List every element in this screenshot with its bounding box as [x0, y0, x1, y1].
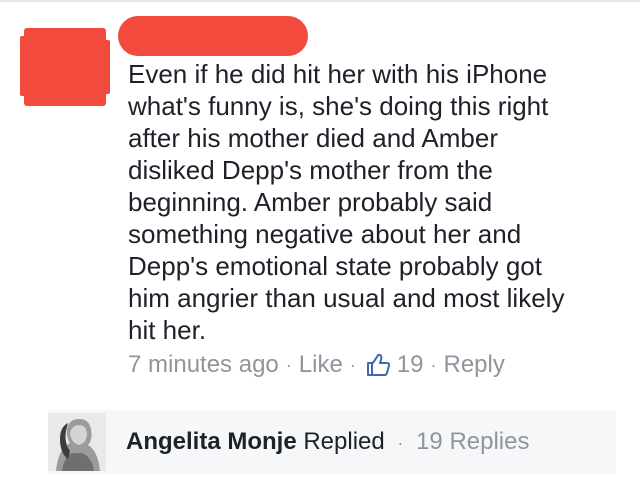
reply-link[interactable]: Reply: [444, 351, 505, 379]
replies-count[interactable]: 19 Replies: [416, 428, 529, 455]
timestamp[interactable]: 7 minutes ago: [128, 351, 279, 379]
avatar[interactable]: [48, 413, 106, 471]
separator-dot: ·: [285, 354, 292, 375]
reply-author-name[interactable]: Angelita Monje: [126, 428, 297, 455]
comment-line: hit her.: [128, 315, 207, 345]
replied-label: Replied: [303, 428, 385, 455]
comment-meta: 7 minutes ago · Like · 19 · Reply: [128, 348, 505, 382]
thumbs-up-icon[interactable]: [365, 352, 391, 378]
comment-line: beginning. Amber probably said: [128, 187, 493, 217]
redacted-author-name: [118, 16, 308, 56]
top-divider: [0, 0, 640, 2]
comment-line: Depp's emotional state probably got: [128, 251, 542, 281]
redacted-avatar: [20, 28, 110, 106]
view-replies-bar[interactable]: Angelita Monje Replied · 19 Replies: [48, 410, 616, 474]
comment-line: after his mother died and Amber: [128, 123, 498, 153]
comment-body: Even if he did hit her with his iPhone w…: [128, 58, 633, 346]
like-link[interactable]: Like: [299, 351, 343, 379]
comment-line: him angrier than usual and most likely: [128, 283, 565, 313]
comment-line: what's funny is, she's doing this right: [128, 91, 549, 121]
comment-line: something negative about her and: [128, 219, 522, 249]
separator-dot: ·: [349, 354, 356, 375]
like-count[interactable]: 19: [397, 351, 424, 379]
separator-dot: ·: [397, 433, 404, 453]
separator-dot: ·: [430, 354, 437, 375]
replies-summary: Angelita Monje Replied · 19 Replies: [126, 428, 529, 456]
comment-line: Even if he did hit her with his iPhone: [128, 59, 548, 89]
comment-line: disliked Depp's mother from the: [128, 155, 493, 185]
